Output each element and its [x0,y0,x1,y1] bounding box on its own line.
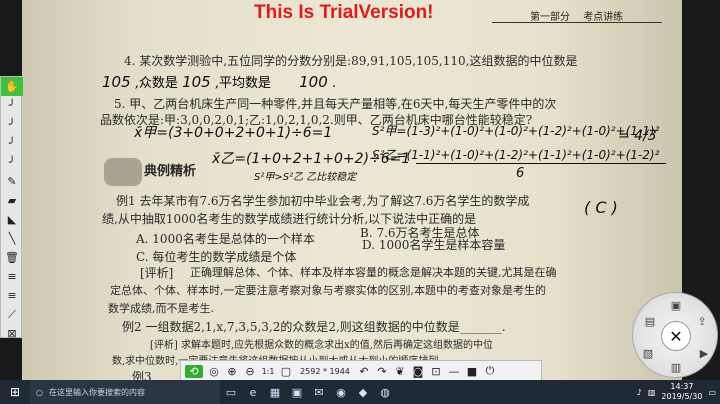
handwritten-conclusion: S²甲>S²乙 乙比较稳定 [254,172,357,183]
rotate-icon[interactable]: ⟲ [185,364,203,378]
camera-icon[interactable]: ◙ [411,365,425,378]
example-1-answer: ( C ) [584,198,618,217]
line-icon[interactable]: ╲ [1,229,23,248]
taskbar-clock[interactable]: 14:37 2019/5/30 [661,382,702,402]
section-heading: 典例精析 [144,164,197,179]
folder-icon[interactable]: ▦ [264,386,286,399]
analysis-1-line-3: 数学成绩,而不是考生. [108,302,214,315]
focus-icon[interactable]: ◎ [207,365,221,378]
search-placeholder: 在这里输入你要搜索的内容 [48,387,145,397]
left-annotation-toolbar: ✋ ╯ ╯ ╯ ╯ ✎ ▰ ◣ ╲ 🗑 ≡ ≡ ⟋ ⊠ [0,76,23,340]
shrink-icon[interactable]: ⊠ [1,324,23,343]
header-rule [492,22,662,23]
cube-icon[interactable]: ▣ [667,297,685,313]
mode-label: ,众数是 [134,76,178,91]
undo-icon[interactable]: ↶ [357,365,371,378]
butterfly-icon[interactable]: ❦ [393,365,407,378]
zoom-out-icon[interactable]: ⊖ [243,365,257,378]
close-icon[interactable]: ✕ [661,321,691,351]
question-5-text: 5. 甲、乙两台机床生产同一种零件,并且每天产量相等,在6天中,每天生产零件中的… [114,97,557,111]
question-4-answers: 105 ,众数是 105 ,平均数是 100 . [102,72,336,91]
handwritten-denominator: 6 [516,166,525,181]
power-icon[interactable]: ⏻ [483,364,497,378]
menu-icon[interactable]: ≡ [1,267,23,286]
volume-icon[interactable]: ♪ [637,388,642,397]
edge-icon[interactable]: e [242,386,264,399]
eraser-icon[interactable]: 🗑 [1,248,23,267]
search-icon: ○ [36,387,43,397]
analysis-1-line-1: 正确理解总体、个体、样本及样本容量的概念是解决本题的关键,尤其是在确 [190,266,557,279]
pen-icon[interactable]: ╯ [1,115,23,134]
option-d: D. 1000名学生是样本容量 [362,238,506,252]
taskbar-search[interactable]: ○ 在这里输入你要搜索的内容 [30,380,220,404]
mean-answer: 100 [299,73,328,91]
zoom-ratio-button[interactable]: 1:1 [261,367,275,376]
page-header: 第一部分 考点讲练 [530,8,623,23]
video-icon[interactable]: ▶ [695,345,713,361]
mode-answer: 105 [182,73,211,91]
network-icon[interactable]: ▥ [648,388,656,397]
q4-end: . [331,76,337,91]
camera-app-icon[interactable]: ◍ [374,386,396,399]
analysis-1-line-2: 定总体、个体、样本时,一定要注意考察对象与考察实体的区别,本题中的考查对象是考生… [110,284,546,297]
windows-start-icon[interactable]: ⊞ [0,385,30,399]
minimize-icon[interactable]: — [447,365,461,378]
example-2-text: 例2 一组数据2,1,x,7,3,5,3,2的众数是2,则这组数据的中位数是__… [122,320,506,334]
hand-icon[interactable]: ✋ [1,77,23,96]
system-tray: ♪ ▥ 14:37 2019/5/30 ▭ [637,380,716,404]
question-4-text: 4. 某次数学测验中,五位同学的分数分别是:89,91,105,105,110,… [124,54,578,68]
app-icon[interactable]: ◆ [352,386,374,399]
example-3-text: 例3 [132,370,152,380]
highlighter-icon[interactable]: ▰ [1,191,23,210]
pen-icon[interactable]: ╯ [1,134,23,153]
handwritten-variance-a-result: = 4/3 [618,128,657,144]
store-icon[interactable]: ▣ [286,386,308,399]
marker-icon[interactable]: ◣ [1,210,23,229]
median-answer: 105 [102,73,131,91]
image-icon[interactable]: ▧ [639,345,657,361]
section-icon [104,158,142,186]
document-camera-view: This Is TrialVersion! 第一部分 考点讲练 4. 某次数学测… [22,0,682,380]
fullscreen-icon[interactable]: ■ [465,365,479,378]
example-1-text: 例1 去年某市有7.6万名学生参加初中毕业会考,为了解这7.6万名学生的数学成 [116,194,530,208]
analysis-1-label: [评析] [140,266,174,280]
pen-icon[interactable]: ╯ [1,153,23,172]
fraction-bar [416,163,666,164]
notification-icon[interactable]: ▭ [708,388,716,397]
option-a: A. 1000名考生是总体的一个样本 [136,232,315,246]
mail-icon[interactable]: ✉ [308,386,330,399]
menu-icon[interactable]: ≡ [1,286,23,305]
bottom-camera-toolbar: ⟲ ◎ ⊕ ⊖ 1:1 ▢ 2592 * 1944 ↶ ↷ ❦ ◙ ⊡ — ■ … [180,360,542,382]
mean-label: ,平均数是 [214,76,271,91]
resolution-label: 2592 * 1944 [300,366,350,376]
pen-icon[interactable]: ╯ [1,96,23,115]
handwritten-variance-b: S²乙=(1-1)²+(1-0)²+(1-2)²+(1-1)²+(1-0)²+(… [372,148,660,162]
brush-icon[interactable]: ✎ [1,172,23,191]
option-c: C. 每位考生的数学成绩是个体 [136,250,297,264]
task-view-icon[interactable]: ▭ [220,386,242,399]
fit-icon[interactable]: ▢ [279,365,293,378]
redo-icon[interactable]: ↷ [375,365,389,378]
radial-menu: ▣ ▤ ⇪ ▧ ▶ ▥ ✕ [632,292,718,378]
clock-time: 14:37 [670,382,694,391]
crop-icon[interactable]: ⊡ [429,365,443,378]
dashboard-icon[interactable]: ▥ [667,359,685,375]
handwritten-mean-a: x̄甲=(3+0+0+2+0+1)÷6=1 [134,125,333,141]
browser-icon[interactable]: ◉ [330,386,352,399]
book-icon[interactable]: ▤ [641,313,659,329]
analysis-2-line-1: [评析] 求解本题时,应先根据众数的概念求出x的值,然后再确定这组数据的中位 [150,340,493,351]
windows-taskbar: ⊞ ○ 在这里输入你要搜索的内容 ▭ e ▦ ▣ ✉ ◉ ◆ ◍ ♪ ▥ 14:… [0,380,720,404]
clock-date: 2019/5/30 [661,392,703,401]
share-icon[interactable]: ⇪ [693,313,711,329]
handwritten-variance-a: S²甲=(1-3)²+(1-0)²+(1-0)²+(1-2)²+(1-0)²+(… [372,124,660,138]
watermark-text: This Is TrialVersion! [254,2,434,23]
zoom-in-icon[interactable]: ⊕ [225,365,239,378]
pipette-icon[interactable]: ⟋ [1,305,23,324]
